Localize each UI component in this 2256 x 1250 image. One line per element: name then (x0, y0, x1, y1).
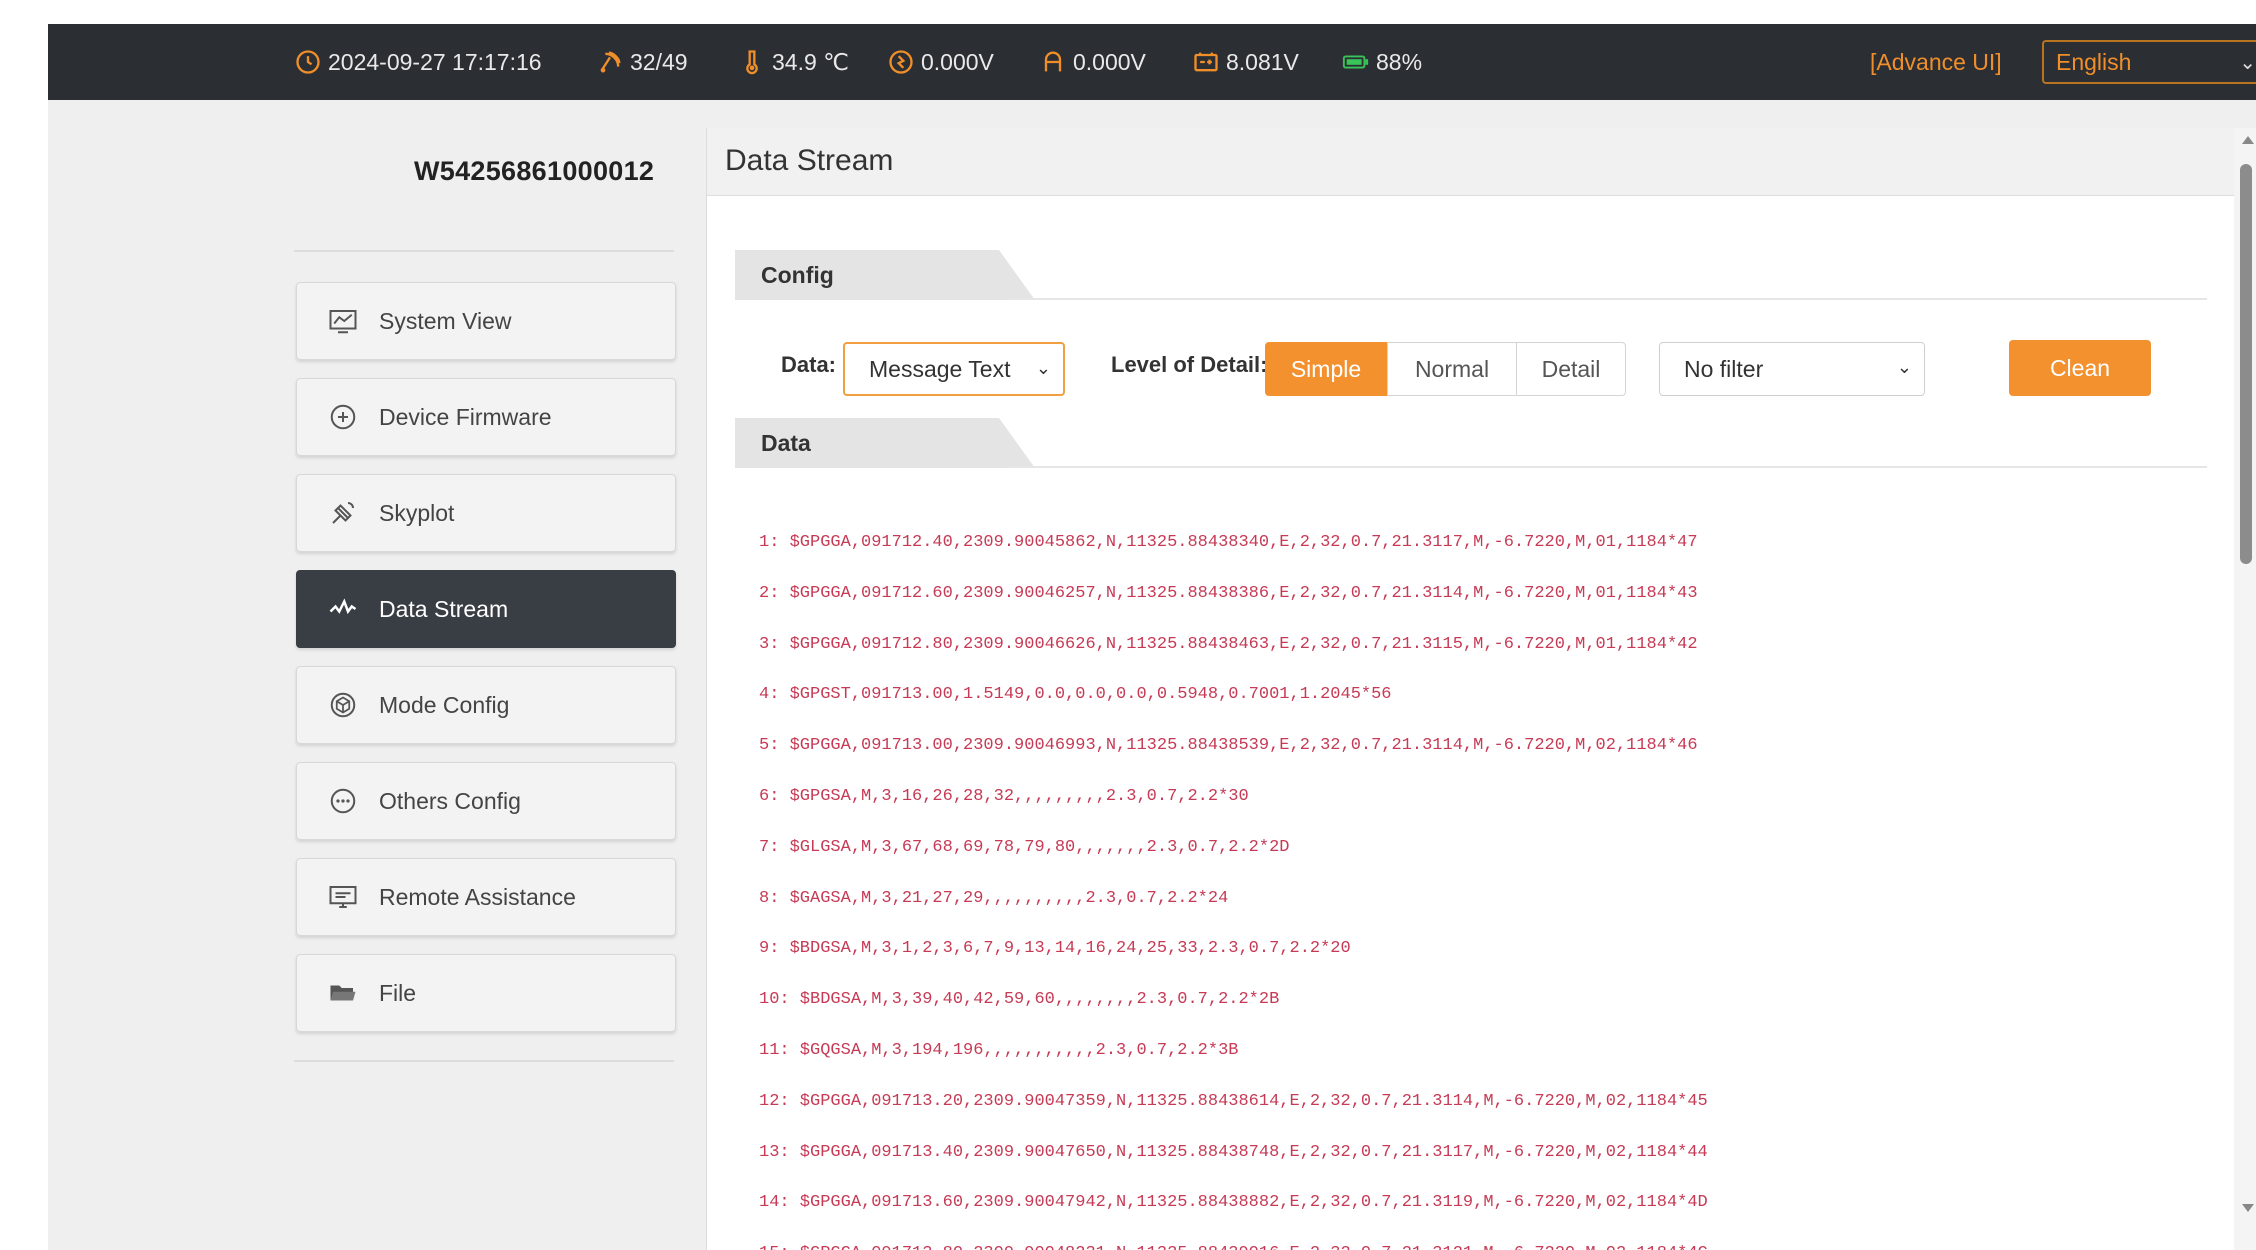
level-simple-button[interactable]: Simple (1265, 342, 1387, 396)
folder-icon (327, 977, 359, 1009)
voltage-b-text: 0.000V (1073, 48, 1146, 75)
voltage-a-text: 0.000V (921, 48, 994, 75)
plug-icon (1044, 51, 1062, 72)
scrollbar-thumb[interactable] (2240, 164, 2252, 564)
sidebar-item-remote-assistance[interactable]: Remote Assistance (296, 858, 676, 936)
data-type-label: Data: (781, 352, 837, 377)
battery-text: 88% (1376, 48, 1423, 75)
sidebar-item-label: Others Config (379, 787, 521, 814)
data-line: 13: $GPGGA,091713.40,2309.90047650,N,113… (759, 1142, 1708, 1162)
clean-button[interactable]: Clean (2009, 340, 2151, 396)
sidebar-item-skyplot[interactable]: Skyplot (296, 474, 676, 552)
data-line: 7: $GLGSA,M,3,67,68,69,78,79,80,,,,,,,2.… (759, 837, 1290, 857)
sidebar-item-label: Remote Assistance (379, 883, 576, 910)
panel-header: Data Stream (707, 128, 2235, 196)
config-section-tab: Config (735, 250, 1035, 300)
satellite-dish-icon (600, 51, 621, 73)
data-line: 14: $GPGGA,091713.60,2309.90047942,N,113… (759, 1193, 1708, 1213)
wave-icon (327, 593, 359, 625)
screen-icon (327, 881, 359, 913)
voltage-c-status: 8.081V (1192, 24, 1299, 100)
filter-value: No filter (1684, 355, 1764, 382)
temperature-text: 34.9 ℃ (772, 48, 849, 75)
device-serial: W54256861000012 (414, 156, 655, 186)
data-line: 15: $GPGGA,091713.80,2309.90048231,N,113… (759, 1229, 1708, 1250)
level-detail-button[interactable]: Detail (1516, 342, 1626, 396)
sidebar-item-label: Device Firmware (379, 403, 552, 430)
monitor-chart-icon (327, 305, 359, 337)
satellite-count: 32/49 (630, 48, 688, 75)
sidebar-item-device-firmware[interactable]: Device Firmware (296, 378, 676, 456)
sidebar-item-label: Data Stream (379, 595, 509, 622)
sidebar-item-data-stream[interactable]: Data Stream (296, 570, 676, 648)
data-line: 8: $GAGSA,M,3,21,27,29,,,,,,,,,,2.3,0.7,… (759, 888, 1229, 908)
sidebar-item-file[interactable]: File (296, 954, 676, 1032)
data-stream-output: 1: $GPGGA,091712.40,2309.90045862,N,1132… (759, 518, 1708, 1250)
data-type-value: Message Text (869, 355, 1011, 382)
thermometer-icon (746, 50, 758, 75)
data-line: 1: $GPGGA,091712.40,2309.90045862,N,1132… (759, 533, 1698, 552)
sidebar-item-label: File (379, 979, 417, 1006)
language-select[interactable]: English ⌄ (2042, 40, 2256, 84)
sidebar-item-mode-config[interactable]: Mode Config (296, 666, 676, 744)
cube-icon (327, 689, 359, 721)
filter-select[interactable]: No filter ⌄ (1659, 342, 1925, 396)
data-stream-panel: Data Stream Config Data: Message Text ⌄ … (706, 128, 2235, 1250)
data-line: 10: $BDGSA,M,3,39,40,42,59,60,,,,,,,,2.3… (759, 990, 1280, 1010)
voltage-a-status: 0.000V (887, 24, 994, 100)
data-line: 5: $GPGGA,091713.00,2309.90046993,N,1132… (759, 736, 1698, 756)
chevron-down-icon: ⌄ (2239, 52, 2256, 74)
ellipsis-circle-icon (327, 785, 359, 817)
app-frame: 2024-09-27 17:17:16 32/49 34.9 ℃ 0.000V … (48, 24, 2256, 1250)
battery-status: 88% (1342, 24, 1422, 100)
data-line: 4: $GPGST,091713.00,1.5149,0.0,0.0,0.0,0… (759, 685, 1392, 705)
clock-icon (296, 50, 320, 74)
level-of-detail-label: Level of Detail: (1111, 352, 1268, 377)
sidebar-item-label: Mode Config (379, 691, 510, 718)
sidebar-item-system-view[interactable]: System View (296, 282, 676, 360)
chevron-down-icon: ⌄ (1896, 357, 1912, 377)
data-line: 11: $GQGSA,M,3,194,196,,,,,,,,,,,2.3,0.7… (759, 1040, 1239, 1060)
top-status-bar: 2024-09-27 17:17:16 32/49 34.9 ℃ 0.000V … (48, 24, 2256, 100)
firmware-circle-icon (327, 401, 359, 433)
sidebar-item-label: Skyplot (379, 499, 455, 526)
satellite-icon (327, 497, 359, 529)
data-line: 2: $GPGGA,091712.60,2309.90046257,N,1132… (759, 583, 1698, 603)
datetime-status: 2024-09-27 17:17:16 (294, 24, 542, 100)
config-section-line (1007, 298, 2207, 300)
battery-icon (1342, 55, 1369, 69)
data-line: 9: $BDGSA,M,3,1,2,3,6,7,9,13,14,16,24,25… (759, 939, 1351, 959)
sidebar-item-others-config[interactable]: Others Config (296, 762, 676, 840)
temperature-status: 34.9 ℃ (738, 24, 849, 100)
data-section-label: Data (761, 430, 811, 456)
scroll-down-arrow-icon[interactable] (2242, 1204, 2254, 1212)
sidebar-divider-bottom (294, 1060, 674, 1062)
data-line: 12: $GPGGA,091713.20,2309.90047359,N,113… (759, 1091, 1708, 1111)
satellite-status: 32/49 (596, 24, 688, 100)
voltage-b-status: 0.000V (1039, 24, 1146, 100)
data-section-tab: Data (735, 418, 1035, 468)
datetime-text: 2024-09-27 17:17:16 (328, 48, 542, 75)
chevron-down-icon: ⌄ (1035, 358, 1051, 378)
voltage-c-text: 8.081V (1226, 48, 1299, 75)
level-normal-button[interactable]: Normal (1387, 342, 1517, 396)
sidebar-item-label: System View (379, 307, 512, 334)
data-type-select[interactable]: Message Text ⌄ (843, 342, 1065, 396)
data-line: 3: $GPGGA,091712.80,2309.90046626,N,1132… (759, 634, 1698, 654)
data-section-line (1007, 466, 2207, 468)
config-section-label: Config (761, 262, 834, 288)
gauge-icon (889, 50, 913, 74)
scroll-up-arrow-icon[interactable] (2242, 136, 2254, 144)
page-title: Data Stream (725, 144, 894, 177)
battery-pack-icon (1194, 52, 1218, 72)
advance-ui-link[interactable]: [Advance UI] (1870, 24, 2002, 100)
language-value: English (2056, 48, 2132, 75)
sidebar-divider-top (294, 250, 674, 252)
data-line: 6: $GPGSA,M,3,16,26,28,32,,,,,,,,,2.3,0.… (759, 786, 1249, 806)
